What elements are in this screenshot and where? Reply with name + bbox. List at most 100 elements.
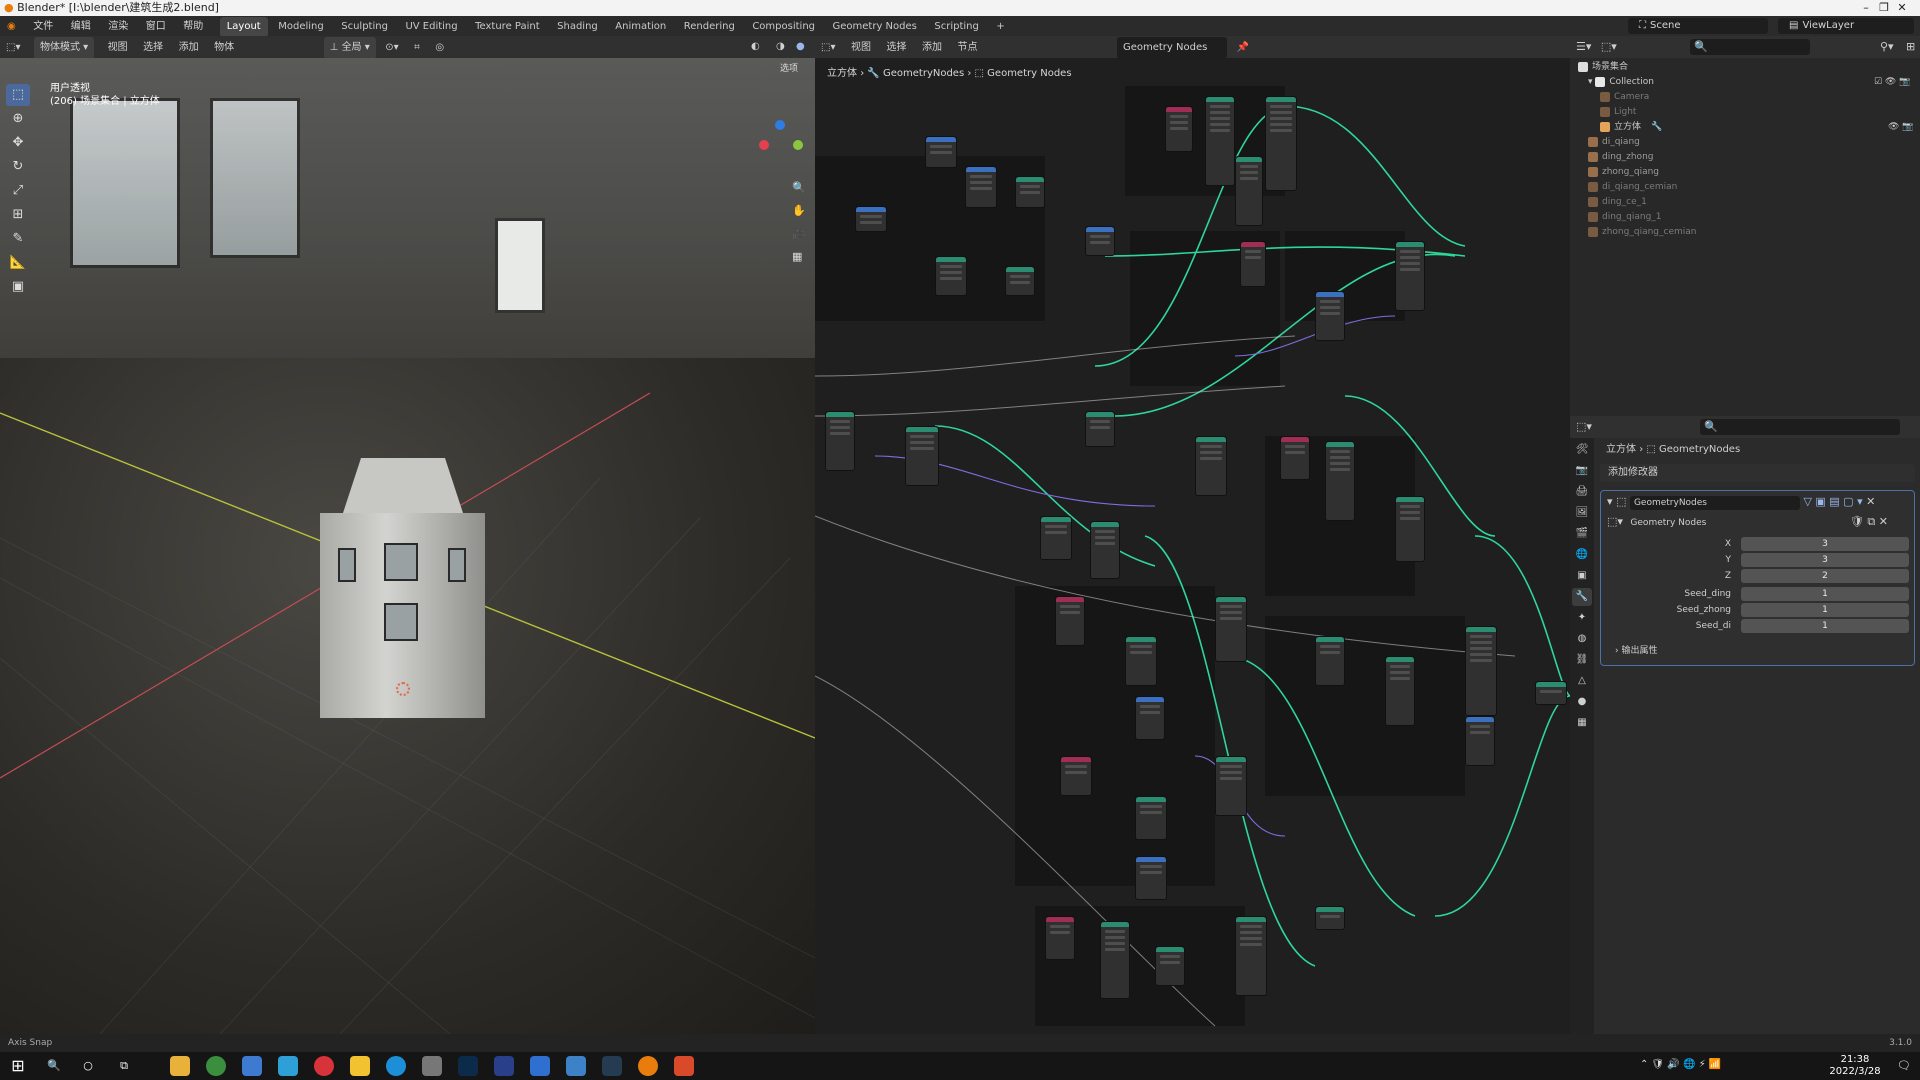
node[interactable]: [1205, 96, 1235, 186]
node[interactable]: [1135, 796, 1167, 840]
gizmo-x-axis[interactable]: [759, 140, 769, 150]
modifier-name-field[interactable]: GeometryNodes: [1629, 496, 1800, 510]
start-icon[interactable]: ⊞: [8, 1056, 28, 1076]
outliner-search[interactable]: 🔍: [1690, 39, 1810, 55]
generated-building[interactable]: [320, 458, 485, 718]
node[interactable]: [1385, 656, 1415, 726]
node[interactable]: [965, 166, 997, 208]
node[interactable]: [1465, 716, 1495, 766]
node[interactable]: [1015, 176, 1045, 208]
tab-compositing[interactable]: Compositing: [745, 17, 822, 37]
node[interactable]: [1280, 436, 1310, 480]
new-collection-icon[interactable]: ⊞: [1906, 36, 1915, 58]
outliner-item-ding-qiang-1[interactable]: ding_qiang_1: [1570, 210, 1920, 225]
node-group-icon[interactable]: ⬚▾: [1607, 515, 1623, 528]
display-mode-icon[interactable]: ⬚▾: [1601, 40, 1617, 53]
editor-type-icon[interactable]: ⬚▾: [0, 37, 26, 59]
clock[interactable]: 21:38 2022/3/28: [1820, 1054, 1890, 1078]
tab-sculpting[interactable]: Sculpting: [334, 17, 395, 37]
shading-material-icon[interactable]: ◑: [770, 36, 791, 58]
cursor-icon[interactable]: ⊕: [6, 108, 30, 130]
node[interactable]: [1125, 636, 1157, 686]
node[interactable]: [1005, 266, 1035, 296]
add-cube-icon[interactable]: ▣: [6, 276, 30, 298]
view-layer-tab-icon[interactable]: 🖼: [1572, 504, 1592, 522]
3d-viewport[interactable]: ⬚▾ 物体模式 ▾ 视图 选择 添加 物体 ⊥ 全局 ▾ ⊙▾ ⌗ ◎ ◐ ◑ …: [0, 36, 815, 1034]
particles-tab-icon[interactable]: ✦: [1572, 609, 1592, 627]
proportional-edit-icon[interactable]: ◎: [429, 37, 450, 59]
view-layer-selector[interactable]: ▤ ViewLayer: [1778, 18, 1914, 34]
measure-icon[interactable]: 📐: [6, 252, 30, 274]
tab-texture-paint[interactable]: Texture Paint: [468, 17, 547, 37]
shading-rendered-icon[interactable]: ●: [790, 36, 811, 58]
object-tab-icon[interactable]: ▣: [1572, 567, 1592, 585]
pan-hand-icon[interactable]: ✋: [792, 204, 806, 217]
skype-icon[interactable]: [386, 1056, 406, 1076]
app-icon[interactable]: [566, 1056, 586, 1076]
sticky-notes-icon[interactable]: [350, 1056, 370, 1076]
outliner-item-ding-ce-1[interactable]: ding_ce_1: [1570, 195, 1920, 210]
checkbox-icon[interactable]: 👁 📷: [1888, 120, 1914, 135]
outliner-root[interactable]: 场景集合: [1570, 60, 1920, 75]
node[interactable]: [1135, 856, 1167, 900]
netease-music-icon[interactable]: [314, 1056, 334, 1076]
physics-tab-icon[interactable]: ◍: [1572, 630, 1592, 648]
app-icon[interactable]: [494, 1056, 514, 1076]
tab-shading[interactable]: Shading: [550, 17, 605, 37]
data-tab-icon[interactable]: △: [1572, 672, 1592, 690]
tab-layout[interactable]: Layout: [219, 17, 268, 37]
blender-icon[interactable]: [638, 1056, 658, 1076]
pivot-icon[interactable]: ⊙▾: [379, 37, 404, 59]
node[interactable]: [825, 411, 855, 471]
outliner-item-zhong-qiang-cemian[interactable]: zhong_qiang_cemian: [1570, 225, 1920, 240]
modifier-toggle-icons[interactable]: ▽ ▣ ▤ ▢ ▾: [1803, 495, 1862, 508]
node[interactable]: [905, 426, 939, 486]
camera-view-icon[interactable]: 🎥: [792, 227, 806, 240]
node-editor[interactable]: ⬚▾ 视图 选择 添加 节点 Geometry Nodes 📌 立方体 › 🔧 …: [815, 36, 1570, 1034]
outliner-item-ding-zhong[interactable]: ding_zhong: [1570, 150, 1920, 165]
app-icon[interactable]: [242, 1056, 262, 1076]
node[interactable]: [855, 206, 887, 232]
checkbox-icon[interactable]: ☑ 👁 📷: [1874, 75, 1910, 90]
filter-icon[interactable]: ⚲▾: [1880, 36, 1894, 58]
node[interactable]: [1395, 496, 1425, 562]
modifier-tab-icon[interactable]: 🔧: [1572, 588, 1592, 606]
fake-user-icon[interactable]: 🛡 ⧉ ✕: [1850, 515, 1888, 528]
node[interactable]: [1215, 756, 1247, 816]
photoshop-icon[interactable]: [458, 1056, 478, 1076]
collapse-icon[interactable]: ▾: [1607, 495, 1613, 508]
ortho-grid-icon[interactable]: ▦: [792, 250, 802, 263]
snap-icon[interactable]: ⌗: [408, 37, 426, 59]
input-x-field[interactable]: 3: [1741, 537, 1909, 551]
world-tab-icon[interactable]: 🌐: [1572, 546, 1592, 564]
outliner-type-icon[interactable]: ☰▾: [1570, 40, 1597, 53]
mail-icon[interactable]: [530, 1056, 550, 1076]
move-icon[interactable]: ✥: [6, 132, 30, 154]
tab-uv-editing[interactable]: UV Editing: [398, 17, 464, 37]
node[interactable]: [1090, 521, 1120, 579]
add-workspace-button[interactable]: +: [989, 17, 1011, 37]
menu-window[interactable]: 窗口: [139, 17, 173, 37]
node[interactable]: [1235, 916, 1267, 996]
tab-scripting[interactable]: Scripting: [927, 17, 985, 37]
node[interactable]: [1155, 946, 1185, 986]
notification-icon[interactable]: 🗨: [1894, 1056, 1914, 1076]
node[interactable]: [1195, 436, 1227, 496]
scene-selector[interactable]: ⛶ Scene: [1628, 18, 1768, 34]
node[interactable]: [1240, 241, 1266, 287]
task-view-icon[interactable]: ⧉: [114, 1056, 134, 1076]
node[interactable]: [1325, 441, 1355, 521]
outliner-item-collection[interactable]: ▾ Collection ☑ 👁 📷: [1570, 75, 1920, 90]
scale-icon[interactable]: ⤢: [6, 180, 30, 202]
navigation-gizmo[interactable]: [755, 120, 805, 170]
remove-modifier-icon[interactable]: ✕: [1866, 495, 1875, 508]
transform-icon[interactable]: ⊞: [6, 204, 30, 226]
outliner-item-camera[interactable]: Camera: [1570, 90, 1920, 105]
render-tab-icon[interactable]: 📷: [1572, 462, 1592, 480]
menu-help[interactable]: 帮助: [176, 17, 210, 37]
input-seed-ding-field[interactable]: 1: [1741, 587, 1909, 601]
select-box-icon[interactable]: ⬚: [6, 84, 30, 106]
output-attributes-toggle[interactable]: › 输出属性: [1615, 643, 1657, 656]
tool-tab-icon[interactable]: 🛠: [1572, 441, 1592, 459]
outliner-item-di-qiang[interactable]: di_qiang: [1570, 135, 1920, 150]
